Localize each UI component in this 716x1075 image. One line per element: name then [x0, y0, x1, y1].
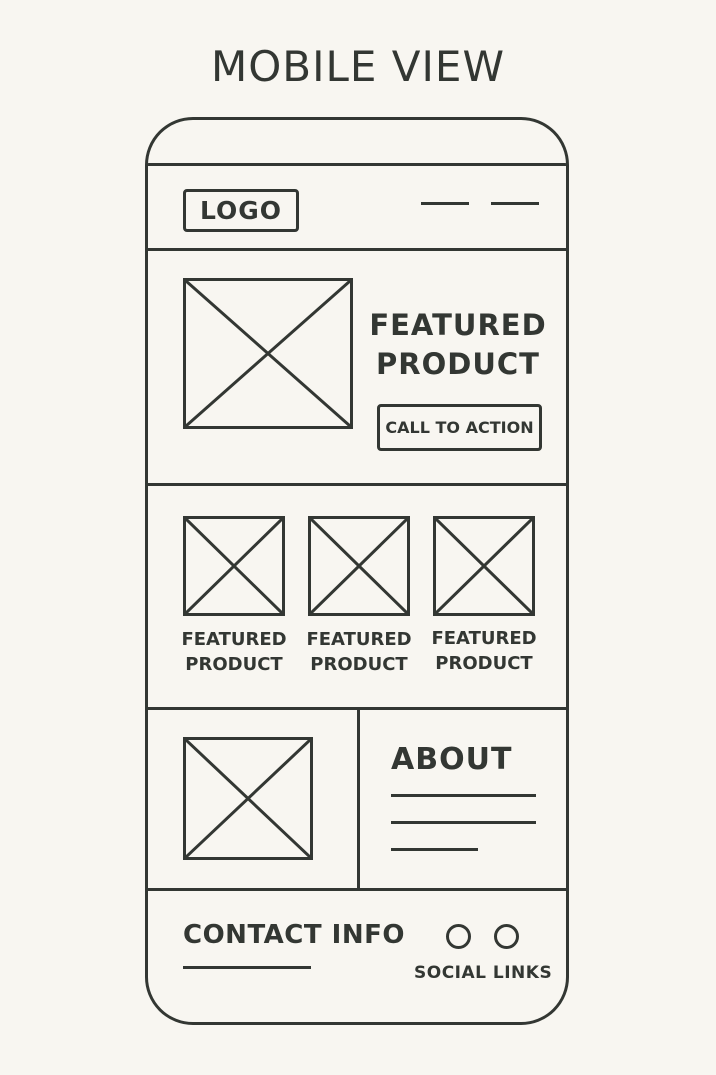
featured-label-line2: PRODUCT — [185, 654, 283, 675]
about-heading: ABOUT — [391, 742, 513, 777]
social-circle-icon[interactable] — [494, 924, 519, 949]
featured-label-line2: PRODUCT — [310, 654, 408, 675]
about-text-line — [391, 794, 536, 797]
social-circle-icon[interactable] — [446, 924, 471, 949]
contact-text-line — [183, 966, 311, 969]
image-placeholder-icon — [311, 519, 407, 613]
featured-product-label: FEATURED PRODUCT — [424, 626, 544, 676]
page-title: MOBILE VIEW — [211, 42, 505, 91]
contact-info: CONTACT INFO — [183, 920, 405, 950]
hero-heading-line1: FEATURED — [369, 308, 547, 342]
image-placeholder-icon — [186, 281, 350, 426]
menu-dash — [421, 202, 469, 205]
hero-image-placeholder — [183, 278, 353, 429]
phone-frame: LOGO FEATURED PRODUCT CALL TO ACTION FEA… — [145, 117, 569, 1025]
image-placeholder-icon — [186, 519, 282, 613]
featured-image-placeholder[interactable] — [183, 516, 285, 616]
featured-product-label: FEATURED PRODUCT — [299, 627, 419, 677]
header-divider — [148, 248, 566, 251]
featured-image-placeholder[interactable] — [308, 516, 410, 616]
call-to-action-button[interactable]: CALL TO ACTION — [377, 404, 542, 451]
about-column-divider — [357, 707, 360, 889]
hero-heading-line2: PRODUCT — [376, 347, 540, 381]
about-divider — [148, 888, 566, 891]
hero-divider — [148, 483, 566, 486]
featured-label-line1: FEATURED — [306, 629, 412, 650]
featured-label-line2: PRODUCT — [435, 653, 533, 674]
status-divider — [148, 163, 566, 166]
about-text-line — [391, 821, 536, 824]
logo[interactable]: LOGO — [183, 189, 299, 232]
featured-label-line1: FEATURED — [181, 629, 287, 650]
about-image-placeholder — [183, 737, 313, 860]
image-placeholder-icon — [436, 519, 532, 613]
about-text-line — [391, 848, 478, 851]
image-placeholder-icon — [186, 740, 310, 857]
featured-image-placeholder[interactable] — [433, 516, 535, 616]
social-links-label: SOCIAL LINKS — [414, 963, 553, 983]
menu-dash — [491, 202, 539, 205]
featured-product-label: FEATURED PRODUCT — [174, 627, 294, 677]
featured-label-line1: FEATURED — [431, 628, 537, 649]
hero-heading: FEATURED PRODUCT — [368, 306, 548, 384]
